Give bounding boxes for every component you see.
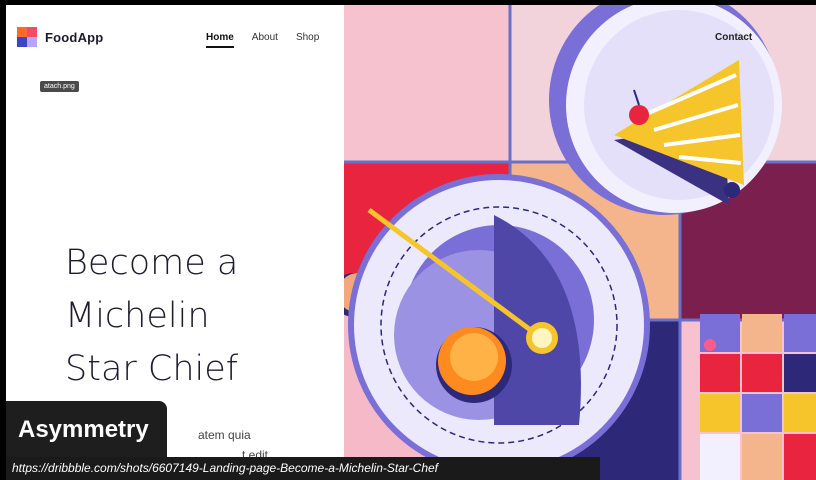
- food-illustration: [344, 5, 816, 480]
- brand-logo[interactable]: FoodApp: [17, 27, 103, 47]
- nav-item-about[interactable]: About: [252, 32, 278, 43]
- subtext-line-1: atem quia: [198, 428, 251, 442]
- headline-line-3: Star Chief: [65, 349, 239, 389]
- hero-headline: Become a Michelin Star Chief: [65, 237, 325, 396]
- landing-page: FoodApp Home About Shop atach.png Become…: [6, 5, 816, 480]
- logo-icon: [17, 27, 37, 47]
- file-name-tag: atach.png: [40, 81, 79, 92]
- main-nav: Home About Shop: [206, 32, 319, 48]
- brand-name: FoodApp: [45, 29, 104, 45]
- source-url: https://dribbble.com/shots/6607149-Landi…: [6, 457, 600, 480]
- nav-item-home[interactable]: Home: [206, 32, 234, 48]
- overlay-label: Asymmetry: [6, 401, 167, 459]
- pattern-tiles: [700, 314, 816, 480]
- nav-item-shop[interactable]: Shop: [296, 32, 319, 43]
- headline-line-1: Become a: [65, 243, 239, 283]
- nav-item-contact[interactable]: Contact: [715, 32, 752, 43]
- headline-line-2: Michelin: [65, 296, 210, 336]
